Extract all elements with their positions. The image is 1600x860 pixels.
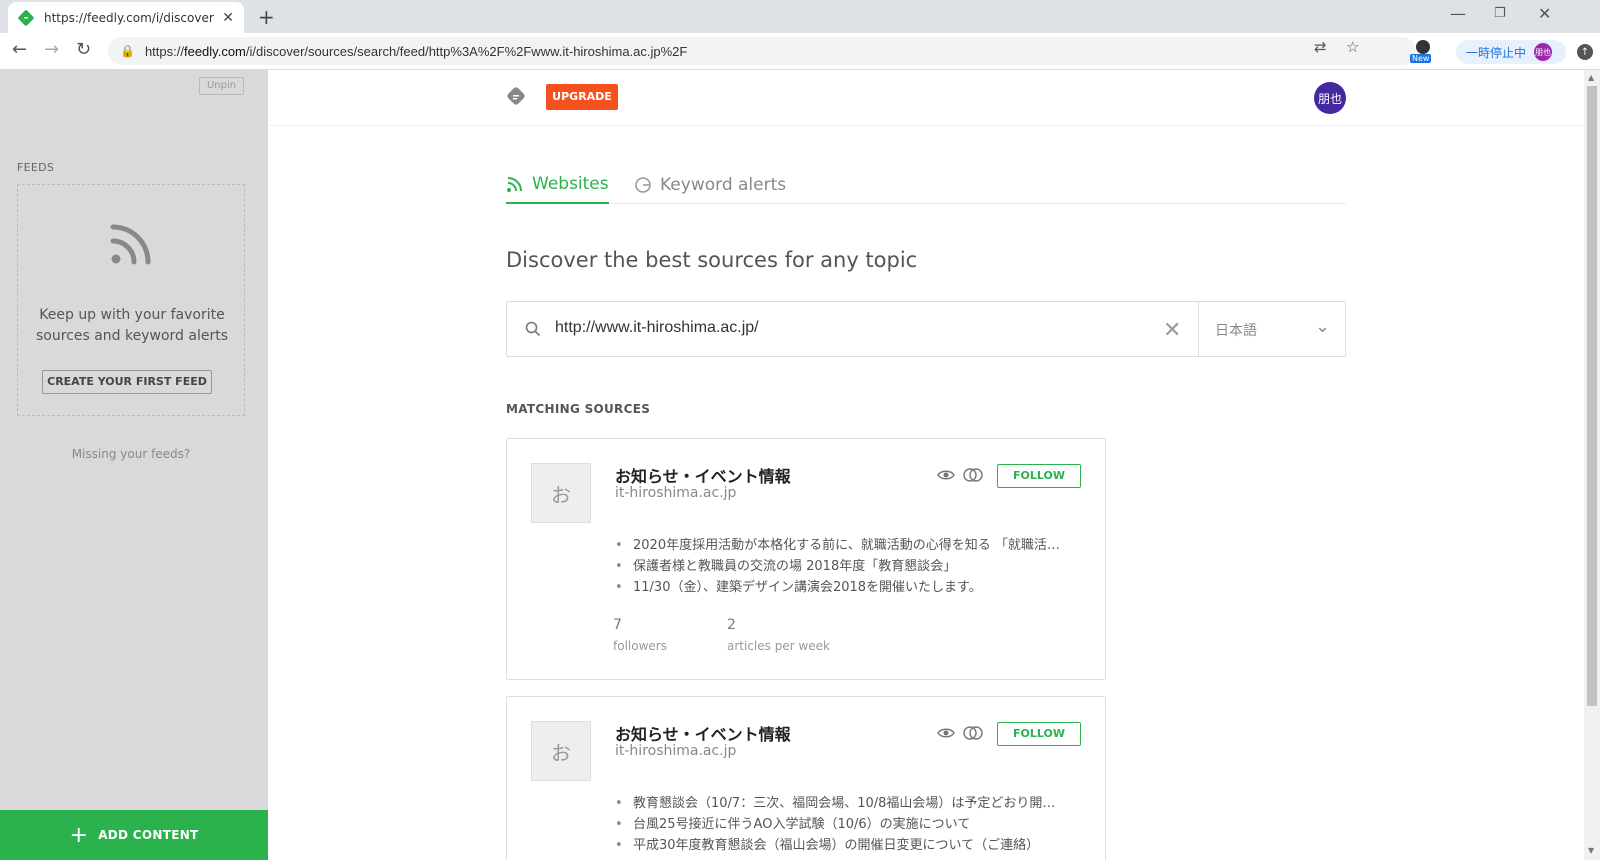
- rss-icon: [110, 224, 151, 265]
- tab-websites[interactable]: Websites: [506, 166, 609, 204]
- feedly-favicon-icon: [18, 9, 34, 26]
- feeds-section-label: FEEDS: [17, 161, 55, 174]
- feedly-logo-icon[interactable]: [506, 86, 526, 106]
- articles-count: 2: [727, 617, 736, 633]
- user-avatar[interactable]: 朋也: [1314, 82, 1346, 114]
- paused-label: 一時停止中: [1466, 45, 1527, 60]
- restore-icon[interactable]: ❐: [1494, 6, 1506, 21]
- forward-icon[interactable]: →: [44, 39, 59, 60]
- url-text: https://feedly.com/i/discover/sources/se…: [144, 43, 688, 59]
- preview-eye-icon[interactable]: [937, 724, 955, 742]
- scroll-up-icon[interactable]: ▲: [1588, 73, 1594, 82]
- search-input[interactable]: http://www.it-hiroshima.ac.jp/: [555, 319, 759, 337]
- scrollbar-thumb[interactable]: [1587, 86, 1597, 706]
- scroll-down-icon[interactable]: ▼: [1588, 846, 1594, 855]
- browser-toolbar: ← → ↻ 🔒 https://feedly.com/i/discover/so…: [0, 33, 1600, 70]
- followers-label: followers: [613, 639, 667, 653]
- unpin-button[interactable]: Unpin: [199, 77, 244, 95]
- recent-articles-list: 教育懇談会（10/7：三次、福岡会場、10/8福山会場）は予定どおり開催します …: [615, 793, 1065, 856]
- follow-button[interactable]: FOLLOW: [997, 464, 1081, 488]
- divider: [1198, 302, 1199, 356]
- article-item[interactable]: 平成30年度教育懇談会（福山会場）の開催日変更について（ご連絡）: [615, 835, 1065, 856]
- tab-keyword-alerts[interactable]: Keyword alerts: [634, 166, 786, 204]
- source-thumbnail: お: [531, 721, 591, 781]
- matching-sources-label: MATCHING SOURCES: [506, 402, 651, 416]
- main-content: UPGRADE 朋也 Websites Keyword alerts Disco…: [268, 70, 1584, 860]
- sidebar: Unpin FEEDS Keep up with your favorite s…: [0, 70, 268, 860]
- article-item[interactable]: 保護者様と教職員の交流の場 2018年度「教育懇談会」: [615, 556, 1065, 577]
- feeds-empty-message: Keep up with your favorite sources and k…: [35, 307, 228, 344]
- plus-icon: +: [69, 822, 89, 848]
- upgrade-button[interactable]: UPGRADE: [546, 84, 618, 110]
- source-card[interactable]: お お知らせ・イベント情報 it-hiroshima.ac.jp FOLLOW …: [506, 696, 1106, 860]
- article-item[interactable]: 11/30（金）、建築デザイン講演会2018を開催いたします。: [615, 577, 1065, 598]
- profile-paused-chip[interactable]: 一時停止中 朋也: [1456, 40, 1566, 64]
- tab-close-icon[interactable]: ✕: [222, 10, 234, 26]
- new-tab-icon[interactable]: +: [258, 5, 275, 29]
- source-card[interactable]: お お知らせ・イベント情報 it-hiroshima.ac.jp FOLLOW …: [506, 438, 1106, 680]
- extension-icon[interactable]: New: [1410, 38, 1436, 64]
- lock-icon: 🔒: [120, 44, 135, 58]
- browser-tab[interactable]: https://feedly.com/i/discover/sou ✕: [8, 2, 244, 33]
- tab-keyword-alerts-label: Keyword alerts: [660, 175, 787, 195]
- add-content-button[interactable]: + ADD CONTENT: [0, 810, 268, 860]
- article-item[interactable]: 2020年度採用活動が本格化する前に、就職活動の心得を知る 「就職活動の心得を知…: [615, 535, 1065, 556]
- window-close-icon[interactable]: ✕: [1538, 4, 1551, 23]
- clear-search-icon[interactable]: ✕: [1163, 318, 1181, 343]
- compare-rings-icon[interactable]: [963, 724, 983, 742]
- source-search-box[interactable]: http://www.it-hiroshima.ac.jp/ ✕ 日本語 ⌄: [506, 301, 1346, 357]
- article-item[interactable]: 台風25号接近に伴うAO入学試験（10/6）の実施について: [615, 814, 1065, 835]
- chevron-down-icon[interactable]: ⌄: [1315, 316, 1330, 337]
- missing-feeds-link[interactable]: Missing your feeds?: [0, 447, 262, 461]
- rss-icon: [507, 177, 522, 192]
- address-bar[interactable]: 🔒 https://feedly.com/i/discover/sources/…: [108, 37, 1416, 65]
- preview-eye-icon[interactable]: [937, 466, 955, 484]
- tab-websites-label: Websites: [532, 174, 609, 194]
- search-icon: [525, 321, 541, 337]
- back-icon[interactable]: ←: [12, 39, 27, 60]
- source-thumbnail: お: [531, 463, 591, 523]
- profile-avatar: 朋也: [1534, 43, 1553, 61]
- compare-rings-icon[interactable]: [963, 466, 983, 484]
- followers-count: 7: [613, 617, 622, 633]
- feeds-empty-state: Keep up with your favorite sources and k…: [17, 184, 245, 416]
- articles-label: articles per week: [727, 639, 830, 653]
- follow-button[interactable]: FOLLOW: [997, 722, 1081, 746]
- top-bar: UPGRADE 朋也: [268, 70, 1584, 126]
- translate-icon[interactable]: ⇄: [1314, 38, 1327, 56]
- page-heading: Discover the best sources for any topic: [506, 248, 918, 272]
- source-domain: it-hiroshima.ac.jp: [615, 743, 737, 759]
- minimize-icon[interactable]: —: [1450, 4, 1466, 23]
- page-scrollbar[interactable]: ▲ ▼: [1584, 70, 1600, 860]
- extension-new-badge: New: [1410, 54, 1432, 63]
- source-title[interactable]: お知らせ・イベント情報: [615, 721, 791, 745]
- tab-title: https://feedly.com/i/discover/sou: [44, 10, 214, 25]
- article-item[interactable]: 教育懇談会（10/7：三次、福岡会場、10/8福山会場）は予定どおり開催します: [615, 793, 1065, 814]
- reload-icon[interactable]: ↻: [76, 39, 91, 60]
- discover-tabs: Websites Keyword alerts: [506, 166, 1346, 204]
- add-content-label: ADD CONTENT: [98, 828, 199, 842]
- update-menu-icon[interactable]: ↑: [1577, 44, 1593, 60]
- browser-tabbar: https://feedly.com/i/discover/sou ✕ + — …: [0, 0, 1600, 33]
- language-select[interactable]: 日本語: [1215, 320, 1257, 340]
- source-domain: it-hiroshima.ac.jp: [615, 485, 737, 501]
- source-title[interactable]: お知らせ・イベント情報: [615, 463, 791, 487]
- recent-articles-list: 2020年度採用活動が本格化する前に、就職活動の心得を知る 「就職活動の心得を知…: [615, 535, 1065, 598]
- create-first-feed-button[interactable]: CREATE YOUR FIRST FEED: [42, 370, 212, 394]
- bookmark-star-icon[interactable]: ☆: [1346, 38, 1359, 56]
- google-icon: [635, 177, 651, 193]
